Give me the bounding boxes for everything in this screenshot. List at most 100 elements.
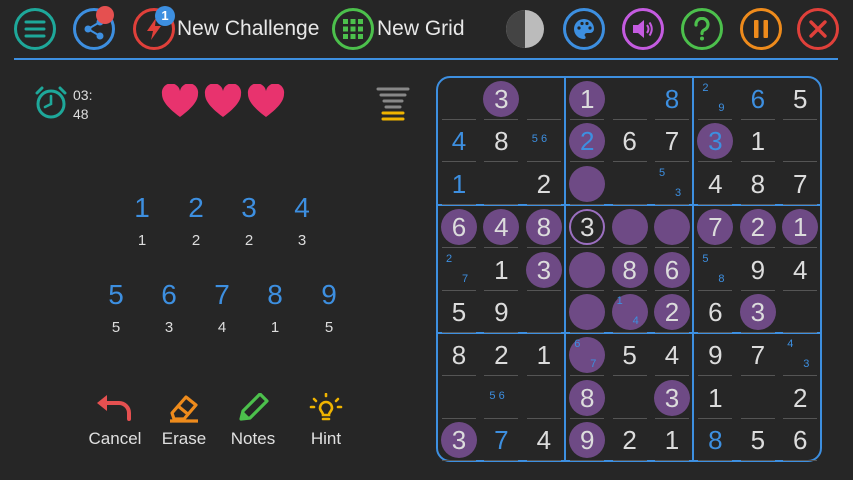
board-cell[interactable] — [609, 377, 651, 419]
sound-button[interactable] — [622, 8, 664, 50]
board-cell[interactable]: 1 — [438, 163, 480, 205]
new-grid-button[interactable] — [332, 8, 374, 50]
board-cell[interactable]: 3 — [694, 120, 736, 163]
board-cell[interactable] — [609, 163, 651, 205]
board-cell[interactable] — [779, 291, 821, 333]
board-cell[interactable] — [566, 291, 608, 333]
difficulty-level-icon[interactable] — [374, 86, 412, 122]
board-cell[interactable] — [438, 78, 480, 120]
board-cell[interactable] — [566, 163, 608, 205]
board-cell[interactable]: 6 — [651, 249, 693, 291]
board-cell[interactable]: 2 — [480, 334, 522, 377]
board-cell[interactable]: 29 — [694, 78, 736, 120]
board-cell[interactable]: 4 — [694, 163, 736, 205]
board-cell[interactable] — [609, 206, 651, 249]
board-cell[interactable]: 8 — [694, 419, 736, 462]
board-cell[interactable]: 27 — [438, 249, 480, 291]
board-cell[interactable]: 7 — [779, 163, 821, 205]
board-cell[interactable]: 3 — [651, 377, 693, 419]
board-cell[interactable]: 8 — [438, 334, 480, 377]
board-cell[interactable]: 4 — [779, 249, 821, 291]
board-cell[interactable]: 5 6 — [523, 120, 565, 163]
board-cell[interactable] — [609, 78, 651, 120]
board-cell[interactable]: 2 — [609, 419, 651, 462]
board-cell[interactable]: 2 — [779, 377, 821, 419]
board-cell[interactable]: 3 — [566, 206, 608, 249]
board-cell[interactable]: 7 — [651, 120, 693, 163]
hint-button[interactable]: Hint — [291, 393, 361, 449]
board-cell[interactable] — [523, 291, 565, 333]
board-cell[interactable]: 8 — [480, 120, 522, 163]
menu-button[interactable] — [14, 8, 56, 50]
board-cell[interactable] — [779, 120, 821, 163]
board-cell[interactable]: 8 — [566, 377, 608, 419]
board-cell[interactable]: 1 — [779, 206, 821, 249]
board-cell[interactable]: 3 — [737, 291, 779, 333]
close-button[interactable] — [797, 8, 839, 50]
board-cell[interactable]: 53 — [651, 163, 693, 205]
toolbar: 1 New Challenge New Grid — [0, 0, 853, 58]
board-cell[interactable]: 7 — [694, 206, 736, 249]
board-cell[interactable] — [480, 163, 522, 205]
board-cell[interactable]: 9 — [480, 291, 522, 333]
new-challenge-label[interactable]: New Challenge — [177, 17, 319, 41]
board-cell[interactable]: 5 — [737, 419, 779, 462]
board-cell[interactable]: 43 — [779, 334, 821, 377]
board-cell[interactable]: 6 — [694, 291, 736, 333]
board-cell[interactable]: 9 — [737, 249, 779, 291]
board-cell[interactable]: 8 — [651, 78, 693, 120]
board-cell[interactable]: 2 — [523, 163, 565, 205]
theme-button[interactable] — [563, 8, 605, 50]
board-cell[interactable]: 1 — [694, 377, 736, 419]
board-cell[interactable]: 5 — [438, 291, 480, 333]
board-cell[interactable]: 6 — [779, 419, 821, 462]
board-cell[interactable]: 1 — [523, 334, 565, 377]
numpad-digit: 5 — [108, 279, 124, 310]
board-cell[interactable]: 67 — [566, 334, 608, 377]
board-cell[interactable]: 6 — [737, 78, 779, 120]
cell-given-value: 9 — [494, 297, 509, 327]
cancel-button[interactable]: Cancel — [80, 393, 150, 449]
board-cell[interactable]: 5 6 — [480, 377, 522, 419]
pause-button[interactable] — [740, 8, 782, 50]
board-cell[interactable]: 1 — [566, 78, 608, 120]
board-cell[interactable]: 5 — [779, 78, 821, 120]
board-cell[interactable]: 8 — [523, 206, 565, 249]
new-grid-label[interactable]: New Grid — [377, 17, 465, 41]
board-cell[interactable]: 7 — [737, 334, 779, 377]
contrast-button[interactable] — [504, 8, 546, 50]
board-cell[interactable] — [566, 249, 608, 291]
board-cell[interactable] — [438, 377, 480, 419]
board-cell[interactable]: 7 — [480, 419, 522, 462]
board-cell[interactable]: 3 — [438, 419, 480, 462]
board-cell[interactable]: 14 — [609, 291, 651, 333]
board-cell[interactable]: 3 — [480, 78, 522, 120]
help-button[interactable] — [681, 8, 723, 50]
board-cell[interactable]: 1 — [651, 419, 693, 462]
board-cell[interactable]: 4 — [523, 419, 565, 462]
notes-button[interactable]: Notes — [218, 393, 288, 449]
board-cell[interactable]: 58 — [694, 249, 736, 291]
board-cell[interactable]: 8 — [609, 249, 651, 291]
board-cell[interactable] — [523, 78, 565, 120]
board-cell[interactable]: 2 — [651, 291, 693, 333]
board-cell[interactable] — [523, 377, 565, 419]
board-cell[interactable] — [737, 377, 779, 419]
board-cell[interactable]: 6 — [609, 120, 651, 163]
erase-button[interactable]: Erase — [149, 393, 219, 449]
board-cell[interactable]: 9 — [566, 419, 608, 462]
board-cell[interactable] — [651, 206, 693, 249]
board-cell[interactable]: 4 — [480, 206, 522, 249]
board-cell[interactable]: 1 — [737, 120, 779, 163]
board-cell[interactable]: 4 — [651, 334, 693, 377]
board-cell[interactable]: 8 — [737, 163, 779, 205]
board-cell[interactable]: 6 — [438, 206, 480, 249]
board-cell[interactable]: 1 — [480, 249, 522, 291]
board-cell[interactable]: 2 — [737, 206, 779, 249]
board-cell[interactable]: 3 — [523, 249, 565, 291]
board-cell[interactable]: 5 — [609, 334, 651, 377]
numpad-remaining: 5 — [111, 319, 121, 336]
board-cell[interactable]: 4 — [438, 120, 480, 163]
board-cell[interactable]: 9 — [694, 334, 736, 377]
board-cell[interactable]: 2 — [566, 120, 608, 163]
